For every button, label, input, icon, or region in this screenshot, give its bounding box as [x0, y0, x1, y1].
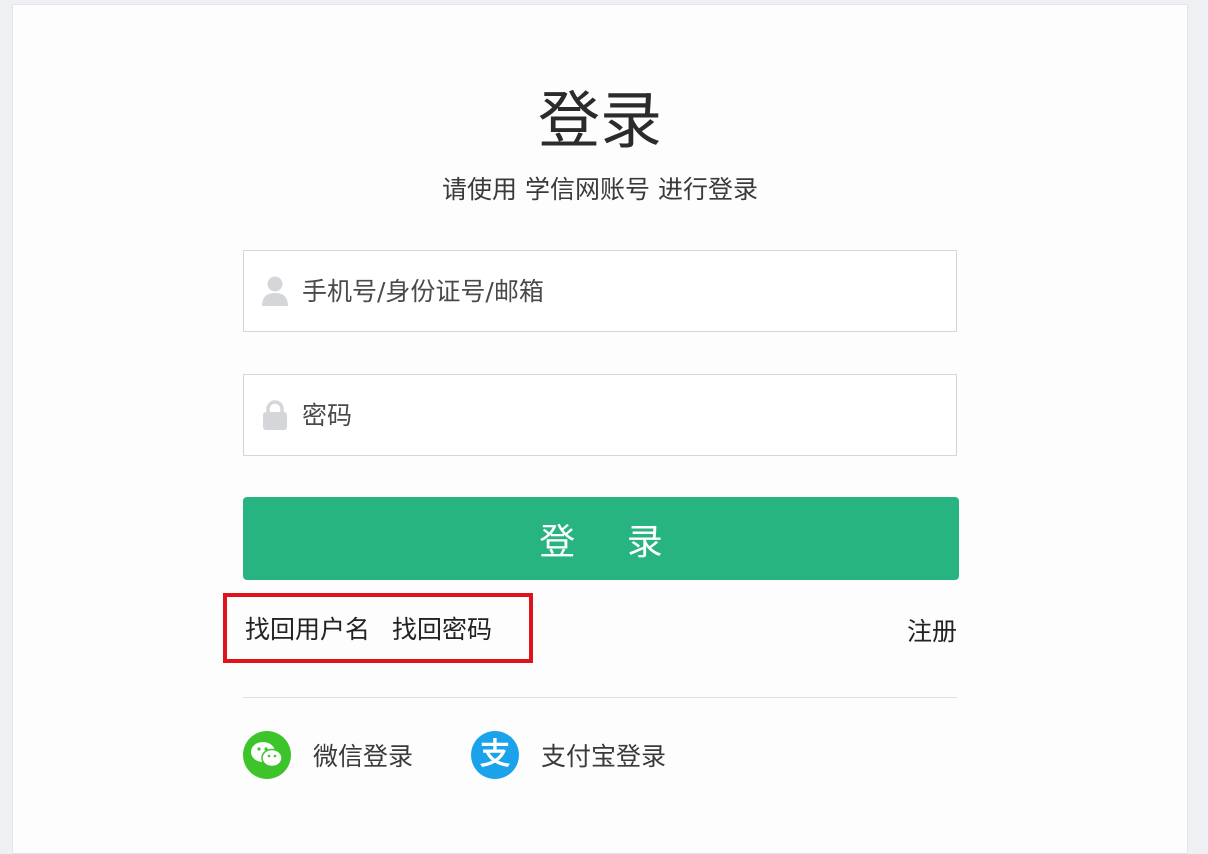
login-button[interactable]: 登 录: [243, 497, 959, 580]
username-field[interactable]: [243, 250, 957, 332]
find-username-link[interactable]: 找回用户名: [245, 610, 370, 646]
alipay-login-label: 支付宝登录: [541, 742, 667, 771]
password-field[interactable]: [243, 374, 957, 456]
alipay-login-button[interactable]: 支 支付宝登录: [471, 730, 666, 780]
alipay-glyph: 支: [480, 737, 510, 772]
username-input[interactable]: [302, 261, 922, 321]
wechat-icon: [243, 731, 291, 779]
wechat-login-label: 微信登录: [313, 742, 414, 771]
register-link[interactable]: 注册: [893, 615, 957, 649]
page-subtitle: 请使用 学信网账号 进行登录: [442, 175, 758, 204]
recovery-links-highlight: 找回用户名 找回密码: [223, 593, 533, 663]
alipay-icon: 支: [471, 731, 519, 779]
login-card: 登录 请使用 学信网账号 进行登录 登 录 找回用户名 找回密码 注册: [12, 4, 1188, 854]
lock-icon: [260, 398, 290, 432]
divider: [243, 697, 957, 698]
password-input[interactable]: [302, 385, 922, 445]
wechat-login-button[interactable]: 微信登录: [243, 730, 413, 780]
page-title: 登录: [537, 84, 662, 157]
find-password-link[interactable]: 找回密码: [392, 610, 492, 646]
user-icon: [260, 274, 290, 308]
